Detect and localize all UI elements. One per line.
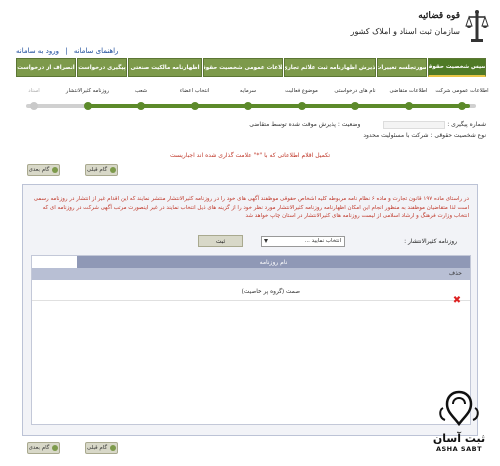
- step-dot: [30, 102, 38, 110]
- request-info: شماره پیگیری : وضعیت : پذیرش موقت شده تو…: [14, 119, 486, 141]
- next-step-button-top[interactable]: گام بعدی: [27, 164, 60, 176]
- newspaper-select[interactable]: انتخاب نمایید ...: [261, 236, 345, 247]
- status-value: پذیرش موقت شده توسط متقاضی: [249, 121, 336, 128]
- step-label: نام های درخواستی: [334, 88, 376, 94]
- newspaper-label: روزنامه کثیرالانتشار :: [404, 238, 457, 245]
- next-label: گام بعدی: [28, 167, 50, 173]
- watermark-logo: ثبت آسان ASHA SABT: [424, 388, 494, 464]
- grid-subheader: حذف: [32, 268, 470, 280]
- step-dot: [351, 102, 359, 110]
- judiciary-emblem-icon: [465, 10, 489, 42]
- header: قوه قضائیه سازمان ثبت اسناد و املاک کشور…: [0, 0, 500, 58]
- arrow-icon: [110, 167, 117, 173]
- tracking-label: شماره پیگیری :: [447, 121, 486, 128]
- newspaper-grid: نام روزنامه حذف صمت (گروه پر خاصیت) ✖: [31, 255, 471, 425]
- top-links: راهنمای سامانه | ورود به سامانه: [14, 47, 120, 55]
- watermark-emblem-icon: [439, 390, 479, 427]
- tracking-number-field: [383, 120, 446, 129]
- required-fields-note: تکمیل اقلام اطلاعاتی که با "*" علامت گذا…: [169, 152, 331, 159]
- newspaper-panel: در راستای ماده ۱۹۷ قانون تجارت و ماده ۶ …: [22, 184, 478, 436]
- page: قوه قضائیه سازمان ثبت اسناد و املاک کشور…: [0, 0, 500, 466]
- tab-track-request[interactable]: پیگیری درخواست: [77, 58, 127, 77]
- link-separator: |: [65, 47, 68, 55]
- step-label: شعب: [134, 88, 148, 94]
- watermark-title: ثبت آسان: [432, 432, 486, 445]
- step-label: سرمایه: [239, 88, 257, 94]
- arrow-icon: [110, 445, 117, 451]
- tab-trademark-application[interactable]: پذیرش اظهارنامه ثبت علائم تجاری: [284, 58, 376, 77]
- step-dot: [297, 102, 306, 110]
- tab-cancel-request[interactable]: انصراف از درخواست: [16, 58, 76, 77]
- prev-label: گام قبلی: [86, 167, 108, 173]
- help-link[interactable]: راهنمای سامانه: [74, 47, 119, 55]
- step-dot: [83, 102, 92, 110]
- tab-change-minutes[interactable]: صورتجلسه تغییرات: [377, 58, 427, 77]
- step-label: موضوع فعالیت: [285, 88, 318, 94]
- tab-establish-entity[interactable]: تأسیس شخصیت حقوقی: [428, 58, 486, 77]
- prev-label: گام قبلی: [86, 445, 108, 451]
- step-labels: اطلاعات عمومی شرکت اطلاعات متقاضی نام های …: [14, 88, 489, 98]
- delete-icon[interactable]: ✖: [452, 296, 462, 306]
- newspaper-name-cell: صمت (گروه پر خاصیت): [241, 289, 300, 295]
- step-dot: [244, 102, 252, 110]
- entity-type: نوع شخصیت حقوقی : شرکت با مسئولیت محدود: [363, 132, 486, 139]
- status-label: وضعیت :: [337, 121, 361, 128]
- delete-column-header: حذف: [448, 270, 462, 277]
- step-label: اطلاعات عمومی شرکت: [435, 88, 489, 94]
- add-newspaper-button[interactable]: ثبت: [198, 235, 243, 247]
- chevron-down-icon: [264, 239, 268, 243]
- newspaper-select-value: انتخاب نمایید ...: [304, 238, 341, 244]
- watermark-subtitle: ASHA SABT: [435, 445, 483, 453]
- step-label: اطلاعات متقاضی: [389, 88, 428, 94]
- step-dot: [190, 102, 199, 110]
- org-name-line1: قوه قضائیه: [418, 11, 460, 21]
- tracking-row: شماره پیگیری : وضعیت : پذیرش موقت شده تو…: [14, 119, 486, 130]
- step-dot: [458, 102, 466, 110]
- prev-step-button-bottom[interactable]: گام قبلی: [85, 442, 118, 454]
- next-step-button-bottom[interactable]: گام بعدی: [27, 442, 60, 454]
- newspaper-description: در راستای ماده ۱۹۷ قانون تجارت و ماده ۶ …: [33, 196, 469, 219]
- progress-steps: اطلاعات عمومی شرکت اطلاعات متقاضی نام های …: [14, 80, 489, 114]
- grid-header: نام روزنامه: [77, 256, 470, 268]
- tab-industrial-property[interactable]: اظهارنامه مالکیت صنعتی: [128, 58, 202, 77]
- step-label: اسناد: [28, 88, 40, 94]
- next-label: گام بعدی: [28, 445, 50, 451]
- arrow-icon: [52, 167, 59, 173]
- step-label: انتخاب اعضاء: [179, 88, 210, 94]
- login-link[interactable]: ورود به سامانه: [16, 47, 59, 55]
- tab-entity-general-info[interactable]: اطلاعات عمومی شخصیت حقوقی: [203, 58, 283, 77]
- step-label: روزنامه کثیرالانتشار: [65, 88, 110, 94]
- table-row: صمت (گروه پر خاصیت): [32, 286, 470, 301]
- step-dot: [404, 102, 413, 110]
- arrow-icon: [52, 445, 59, 451]
- main-nav: تأسیس شخصیت حقوقی صورتجلسه تغییرات پذیرش…: [14, 58, 486, 77]
- prev-step-button-top[interactable]: گام قبلی: [85, 164, 118, 176]
- org-name-line2: سازمان ثبت اسناد و املاک کشور: [350, 27, 460, 36]
- step-dot: [137, 102, 145, 110]
